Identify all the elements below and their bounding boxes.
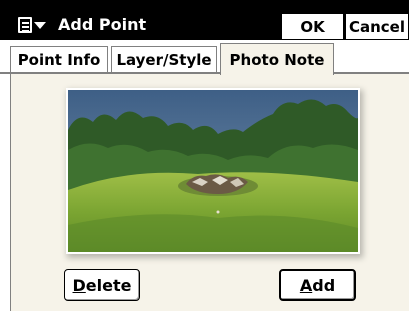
title-bar: Add Point OK Cancel [0, 0, 409, 40]
start-menu-button[interactable] [13, 13, 51, 37]
window-title: Add Point [58, 15, 147, 34]
add-label-rest: dd [312, 275, 336, 295]
delete-label-rest: elete [85, 275, 132, 295]
delete-button[interactable]: Delete [64, 269, 140, 301]
add-button[interactable]: Add [279, 269, 356, 301]
windows-flag-icon [18, 17, 32, 33]
ok-button[interactable]: OK [281, 13, 344, 40]
tab-layer-style[interactable]: Layer/Style [111, 46, 217, 74]
landscape-photo [68, 90, 358, 252]
tab-photo-note[interactable]: Photo Note [220, 43, 334, 75]
tab-point-info[interactable]: Point Info [10, 46, 108, 74]
photo-preview [68, 90, 358, 252]
delete-mnemonic: D [72, 275, 86, 295]
cancel-button[interactable]: Cancel [345, 13, 409, 40]
dropdown-caret-icon [34, 21, 46, 29]
add-mnemonic: A [299, 275, 313, 295]
